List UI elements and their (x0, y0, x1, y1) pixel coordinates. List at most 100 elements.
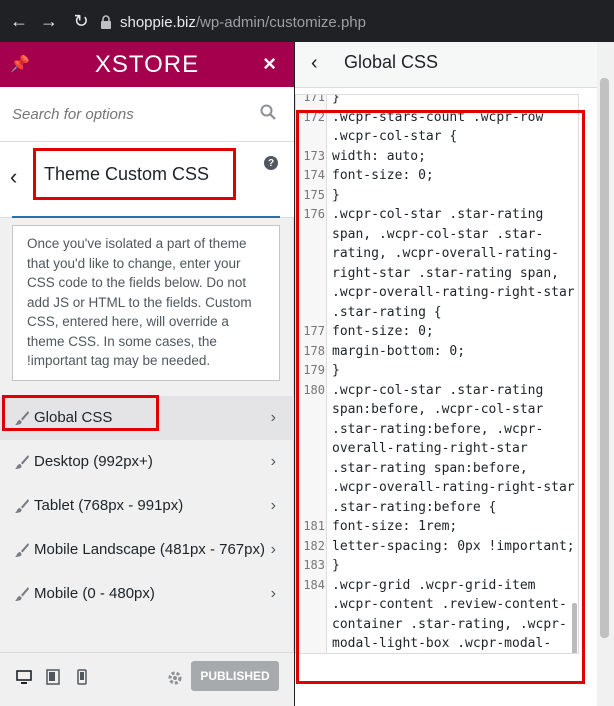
code-text: .wcpr-col-star .star-rating (332, 207, 544, 222)
code-line: 181 font-size: 1rem; (296, 517, 578, 537)
menu-item-desktop[interactable]: Desktop (992px+) › (0, 440, 294, 484)
code-text: overall-rating-right-star (332, 441, 528, 456)
pin-icon[interactable]: 📌 (10, 54, 30, 74)
menu-item-mobile[interactable]: Mobile (0 - 480px) › (0, 572, 294, 616)
code-text: } (332, 187, 340, 203)
mobile-preview-icon[interactable] (74, 669, 90, 685)
browser-toolbar: ← → ↻ shoppie.biz/wp-admin/customize.php (0, 0, 614, 42)
code-text: modal-light-box .wcpr-modal- (332, 636, 552, 651)
address-bar[interactable]: shoppie.biz/wp-admin/customize.php (100, 8, 614, 36)
line-number: 184 (303, 577, 325, 592)
code-text: letter-spacing: 0px !important; (332, 538, 575, 554)
code-line: 178 margin-bottom: 0; (296, 342, 578, 362)
brush-icon (15, 542, 29, 557)
code-text: container .star-rating, .wcpr- (332, 616, 567, 632)
forward-arrow-icon[interactable]: → (34, 6, 64, 36)
code-line: overall-rating-right-star (296, 439, 578, 459)
help-icon[interactable]: ? (264, 156, 278, 170)
menu-item-global-css[interactable]: Global CSS › (0, 396, 294, 440)
code-text: .wcpr-col-star .star-rating (332, 382, 544, 398)
section-title: Theme Custom CSS (44, 164, 210, 184)
line-number: 179 (303, 363, 325, 377)
line-number: 183 (303, 558, 325, 572)
customizer-footer: PUBLISHED (0, 652, 294, 706)
code-line: right-star .star-rating span, (296, 264, 578, 284)
code-text: .star-rating:before { (332, 499, 497, 515)
code-line: .wcpr-overall-rating-right-star (296, 478, 578, 498)
line-number: 176 (303, 207, 325, 221)
line-number: 173 (303, 148, 325, 163)
publish-button[interactable]: PUBLISHED (191, 661, 279, 691)
chevron-right-icon: › (270, 496, 276, 514)
line-number: 174 (303, 168, 325, 182)
code-text: .star-rating span:before, (332, 460, 528, 476)
chevron-right-icon: › (270, 452, 276, 470)
panel-scrollbar-thumb[interactable] (600, 78, 609, 638)
search-icon[interactable] (260, 104, 276, 120)
code-line: 182 letter-spacing: 0px !important; (296, 537, 578, 557)
back-arrow-icon[interactable]: ← (4, 6, 34, 36)
code-line: 174 font-size: 0; (296, 166, 578, 186)
code-lines: 171} 172 .wcpr-stars-count .wcpr-row .wcpr-… (296, 94, 578, 653)
css-section-menu: Global CSS › Desktop (992px+) › Tablet (… (0, 396, 294, 616)
code-line: rating, .wcpr-overall-rating- (296, 244, 578, 264)
menu-item-label: Mobile (0 - 480px) (34, 585, 155, 602)
code-line: 171} (296, 94, 578, 108)
back-chevron-icon[interactable]: ‹ (10, 164, 17, 190)
reload-icon[interactable]: ↻ (66, 6, 96, 36)
brand-header: 📌 XSTORE × (0, 42, 294, 87)
customizer-sidebar: 📌 XSTORE × ‹ Theme Custom CSS ? Once you… (0, 42, 294, 706)
code-text: right-star .star-rating span, (332, 265, 559, 281)
brush-icon (15, 586, 29, 601)
gear-icon[interactable] (166, 669, 184, 687)
menu-item-label: Tablet (768px - 991px) (34, 497, 184, 514)
brush-icon (15, 410, 29, 425)
code-text: font-size: 1rem; (332, 519, 458, 534)
code-line: .star-rating { (296, 303, 578, 323)
line-number: 171 (303, 94, 325, 104)
back-chevron-icon[interactable]: ‹ (311, 52, 318, 75)
chevron-right-icon: › (270, 408, 276, 426)
lock-icon (101, 15, 111, 29)
code-line: 176 .wcpr-col-star .star-rating (296, 205, 578, 225)
code-text: .wcpr-overall-rating-right-star (332, 285, 575, 300)
code-text: .wcpr-col-star { (332, 129, 458, 144)
editor-scrollbar[interactable] (572, 603, 577, 653)
tablet-preview-icon[interactable] (45, 669, 61, 685)
css-code-editor[interactable]: 171} 172 .wcpr-stars-count .wcpr-row .wcpr-… (295, 94, 579, 654)
code-text: rating, .wcpr-overall-rating- (332, 246, 559, 261)
search-input[interactable] (12, 103, 252, 125)
close-icon[interactable]: × (263, 51, 276, 77)
menu-item-mobile-landscape[interactable]: Mobile Landscape (481px - 767px) › (0, 528, 294, 572)
code-line: span:before, .wcpr-col-star (296, 400, 578, 420)
code-line: span, .wcpr-col-star .star- (296, 225, 578, 245)
code-line: .star-rating span:before, (296, 459, 578, 479)
code-text: } (332, 363, 340, 378)
line-number: 177 (303, 324, 325, 338)
search-bar (0, 87, 294, 142)
code-line: 180 .wcpr-col-star .star-rating (296, 381, 578, 401)
code-text: width: auto; (332, 148, 426, 164)
menu-item-tablet[interactable]: Tablet (768px - 991px) › (0, 484, 294, 528)
code-line: .wcpr-content .review-content- (296, 595, 578, 615)
code-line: 177 font-size: 0; (296, 322, 578, 342)
desktop-preview-icon[interactable] (16, 669, 32, 685)
chevron-right-icon: › (270, 540, 276, 558)
code-text: span:before, .wcpr-col-star (332, 402, 544, 417)
code-line: 175} (296, 186, 578, 206)
code-text: .wcpr-grid .wcpr-grid-item (332, 577, 536, 593)
section-header: ‹ Theme Custom CSS ? (0, 142, 294, 218)
url-path: /wp-admin/customize.php (195, 13, 366, 31)
code-line: 179} (296, 361, 578, 381)
code-text: margin-bottom: 0; (332, 343, 466, 359)
css-editor-panel: ‹ Global CSS 171} 172 .wcpr-stars-count .w… (295, 42, 614, 706)
line-number: 181 (303, 519, 325, 533)
code-line: .wcpr-col-star { (296, 127, 578, 147)
url-host: shoppie.biz (120, 13, 196, 31)
brush-icon (15, 454, 29, 469)
line-number: 182 (303, 538, 325, 553)
code-line: 173 width: auto; (296, 147, 578, 167)
section-underline (12, 216, 280, 218)
menu-item-label: Global CSS (34, 409, 113, 426)
code-text: span, .wcpr-col-star .star- (332, 226, 544, 242)
